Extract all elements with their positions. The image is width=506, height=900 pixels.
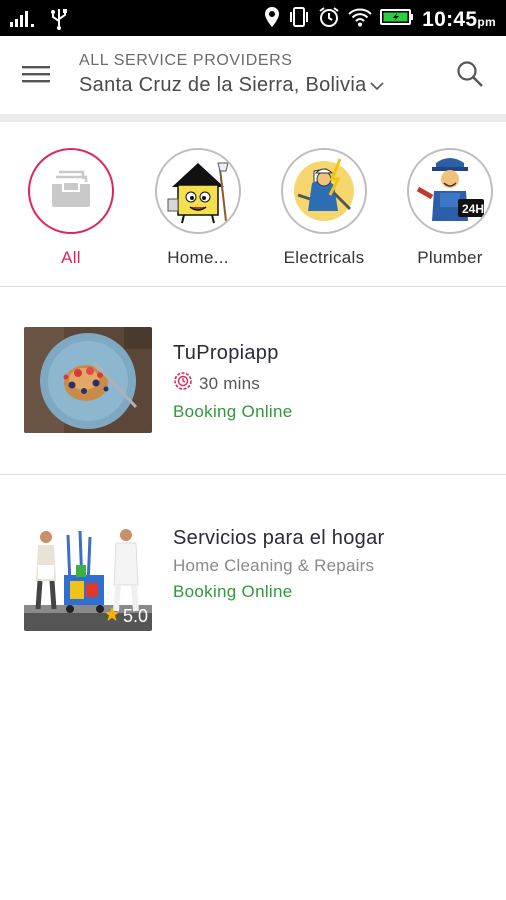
header-divider: [0, 114, 506, 122]
search-icon: [456, 60, 484, 93]
provider-info: TuPropiapp 30 mins Booking Online: [173, 342, 293, 422]
clock-ampm: pm: [477, 14, 496, 29]
category-all[interactable]: All: [16, 148, 126, 268]
location-dropdown[interactable]: Santa Cruz de la Sierra, Bolivia: [79, 73, 439, 98]
category-electricals-circle[interactable]: [281, 148, 367, 234]
category-electricals[interactable]: Electricals: [269, 148, 379, 268]
category-label: Home...: [167, 248, 229, 267]
category-label: Electricals: [283, 248, 365, 267]
provider-category: Home Cleaning & Repairs: [173, 556, 375, 575]
category-home[interactable]: Home...: [143, 148, 253, 268]
booking-status: Booking Online: [173, 402, 293, 421]
signal-icon: [10, 10, 36, 33]
provider-detail: 30 mins: [173, 371, 293, 396]
category-strip[interactable]: All Home... Electricals 24H Plumber: [0, 122, 506, 286]
rating-value: 5.0: [122, 606, 148, 626]
category-home-circle[interactable]: [155, 148, 241, 234]
clock: 10:45pm: [422, 8, 496, 32]
search-button[interactable]: [452, 58, 488, 94]
vibrate-icon: [288, 6, 310, 33]
app-bar: ALL SERVICE PROVIDERS Santa Cruz de la S…: [0, 36, 506, 114]
house-mascot-icon: [158, 150, 238, 232]
provider-name: Servicios para el hogar: [173, 527, 385, 549]
electrician-icon: [284, 150, 364, 232]
provider-card[interactable]: 5.0 Servicios para el hogar Home Cleanin…: [0, 475, 506, 665]
wifi-icon: [348, 7, 372, 32]
menu-button[interactable]: [20, 60, 52, 92]
provider-name: TuPropiapp: [173, 342, 279, 364]
menu-icon: [22, 64, 50, 89]
plumber-icon: 24H: [410, 150, 490, 232]
chevron-down-icon: [369, 75, 385, 98]
location-label: Santa Cruz de la Sierra, Bolivia: [79, 74, 367, 96]
clock-time: 10:45: [422, 7, 478, 31]
location-icon: [264, 6, 280, 33]
location-selector[interactable]: ALL SERVICE PROVIDERS Santa Cruz de la S…: [79, 52, 439, 98]
category-plumber[interactable]: 24H Plumber: [395, 148, 505, 268]
category-label: Plumber: [417, 248, 483, 267]
booking-status: Booking Online: [173, 582, 293, 601]
status-bar: 10:45pm: [0, 0, 506, 36]
category-all-circle[interactable]: [28, 148, 114, 234]
inbox-icon: [49, 169, 93, 214]
food-plate-image: [24, 327, 152, 433]
rating-badge: 5.0: [104, 606, 148, 627]
category-label: All: [61, 248, 81, 267]
header-subtitle: ALL SERVICE PROVIDERS: [79, 52, 293, 69]
alarm-icon: [318, 6, 340, 33]
svg-text:24H: 24H: [462, 202, 484, 216]
category-plumber-circle[interactable]: 24H: [407, 148, 493, 234]
provider-time: 30 mins: [199, 373, 260, 393]
star-icon: [104, 606, 120, 627]
timer-icon: [173, 371, 193, 396]
cleaning-staff-image: 5.0: [24, 525, 152, 631]
provider-info: Servicios para el hogar Home Cleaning & …: [173, 527, 384, 602]
battery-icon: [380, 8, 414, 31]
provider-card[interactable]: TuPropiapp 30 mins Booking Online: [0, 287, 506, 474]
usb-icon: [50, 8, 68, 35]
